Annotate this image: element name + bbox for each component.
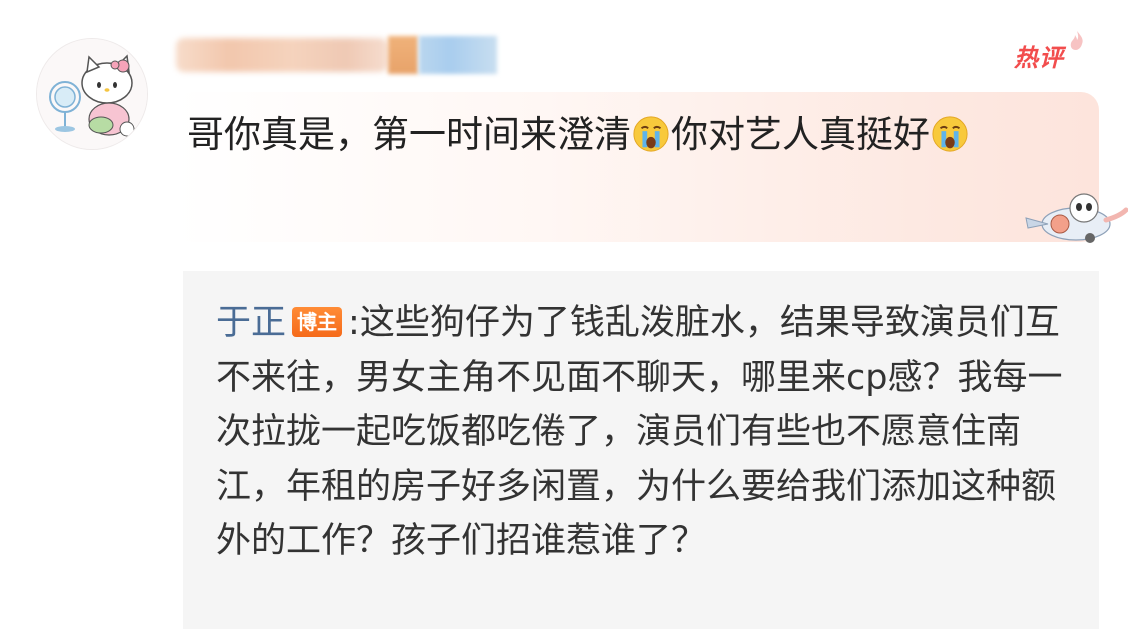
flame-icon (1070, 31, 1083, 50)
hello-kitty-avatar-icon (37, 39, 147, 149)
reply-author-link[interactable]: 于正 (216, 303, 286, 343)
reply-body: 这些狗仔为了钱乱泼脏水，结果导致演员们互不来往，男女主角不见面不聊天，哪里来cp… (216, 303, 1063, 561)
airplane-sticker-icon (1025, 193, 1128, 243)
user-avatar[interactable] (36, 38, 148, 150)
reply-separator: : (348, 303, 360, 343)
comment-text-part2: 你对艺人真挺好 (671, 113, 930, 156)
comment-card: 热评 哥你真是，第一时间来澄清 你对艺人真挺好 于正 博主:这些狗仔为了钱乱泼… (0, 0, 1133, 629)
hot-comment-badge: 热评 (1014, 44, 1064, 72)
comment-text: 哥你真是，第一时间来澄清 你对艺人真挺好 (187, 107, 1067, 163)
reply-text: 于正 博主:这些狗仔为了钱乱泼脏水，结果导致演员们互不来往，男女主角不见面不聊天，… (216, 296, 1066, 569)
crying-face-icon (932, 116, 968, 152)
username-blurred[interactable] (176, 32, 501, 78)
blogger-badge: 博主 (292, 307, 343, 337)
crying-face-icon (633, 116, 669, 152)
comment-text-part1: 哥你真是，第一时间来澄清 (187, 113, 631, 156)
